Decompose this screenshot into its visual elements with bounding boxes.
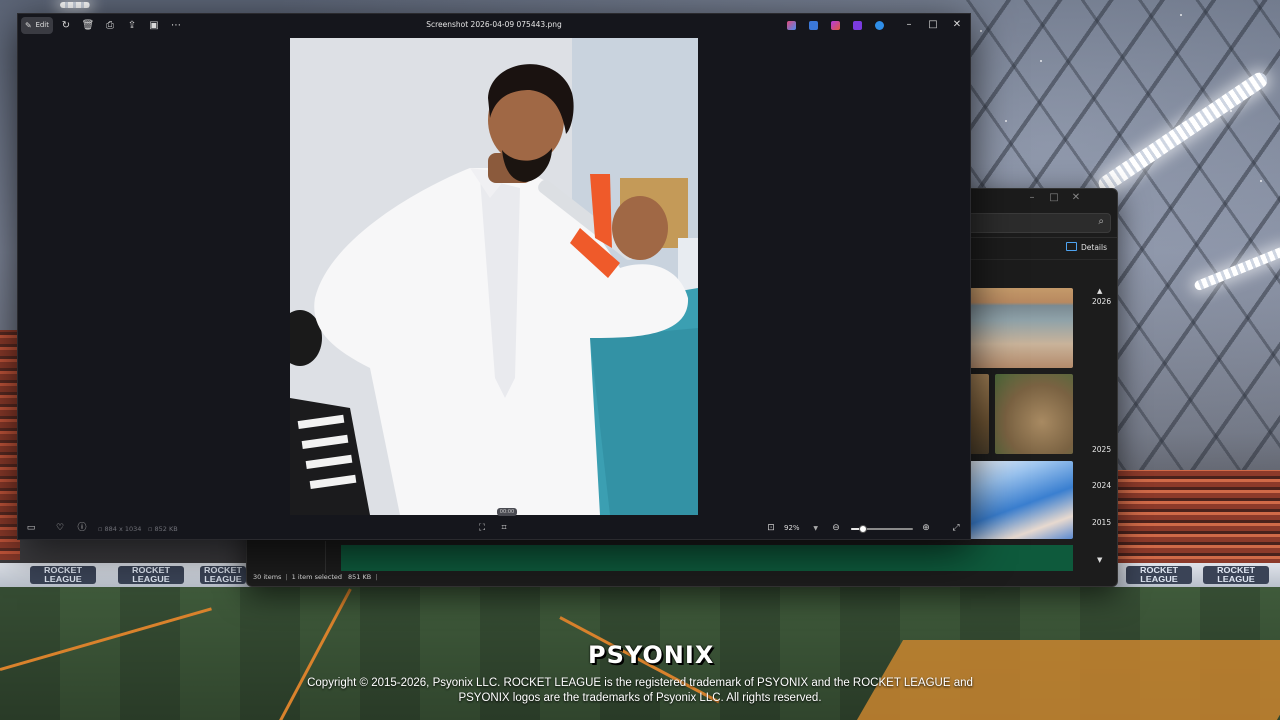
search-icon: ⌕ xyxy=(1098,216,1104,227)
star xyxy=(1180,14,1182,16)
timeline-year[interactable]: 2024 xyxy=(1092,481,1111,490)
status-bar: 30 items | 1 item selected 851 KB | xyxy=(253,573,378,581)
timeline-year[interactable]: 2015 xyxy=(1092,518,1111,527)
divider xyxy=(325,541,326,573)
copyright-text: Copyright © 2015-2026, Psyonix LLC. ROCK… xyxy=(307,677,973,704)
designer-icon[interactable] xyxy=(809,21,818,30)
photo-thumbnail[interactable] xyxy=(969,374,989,454)
rocket-league-ad: ROCKET LEAGUE xyxy=(1126,566,1192,584)
chevron-down-icon: ▼ xyxy=(813,525,818,532)
close-icon[interactable]: ✕ xyxy=(1069,192,1083,203)
crop-icon[interactable]: ⌗ xyxy=(498,522,510,534)
timeline-down-icon[interactable]: ▼ xyxy=(1097,556,1102,564)
zoom-in-icon[interactable]: ⊕ xyxy=(920,522,932,534)
photo-thumbnail[interactable] xyxy=(969,461,1073,539)
photo-display[interactable] xyxy=(290,38,698,515)
zoom-slider[interactable] xyxy=(851,525,913,533)
copilot-icon[interactable] xyxy=(787,21,796,30)
favorite-icon[interactable]: ♡ xyxy=(54,522,66,534)
rocket-league-ad: ROCKET LEAGUE xyxy=(118,566,184,584)
star xyxy=(1230,110,1232,112)
star xyxy=(1005,120,1007,122)
star xyxy=(1040,60,1042,62)
photos-viewer-window: ✎ Edit ↻ 🗑 ⎙ ⇪ ▣ ⋯ Screenshot 2026-04-09 … xyxy=(17,13,971,540)
rocket-league-ad: ROCKET LEAGUE xyxy=(30,566,96,584)
viewer-bottom-bar: ▭ ♡ ⓘ ▫ 884 x 1034 ▫ 852 KB ⛶ ⌗ ⊡ 92% ▼ … xyxy=(18,517,970,539)
editor-app-icon[interactable] xyxy=(853,21,862,30)
maximize-icon[interactable]: □ xyxy=(926,18,940,32)
clipchamp-icon[interactable] xyxy=(831,21,840,30)
playback-time: 00:00 xyxy=(497,508,517,516)
item-count: 30 items xyxy=(253,573,282,581)
info-icon[interactable]: ⓘ xyxy=(76,522,88,534)
psyonix-logo: PSYONIX xyxy=(588,641,715,669)
file-size-label: ▫ 852 KB xyxy=(148,525,178,533)
viewer-title-bar: ✎ Edit ↻ 🗑 ⎙ ⇪ ▣ ⋯ Screenshot 2026-04-09 … xyxy=(18,14,970,38)
photo-thumbnail[interactable] xyxy=(969,288,1073,368)
zoom-slider-thumb[interactable] xyxy=(859,525,868,533)
timeline-year[interactable]: 2026 xyxy=(1092,297,1111,306)
rocket-league-ad: ROCKET LEAGUE xyxy=(1203,566,1269,584)
selection-size: 851 KB xyxy=(348,573,372,581)
photo-image xyxy=(290,38,698,515)
actual-size-icon[interactable]: ⊡ xyxy=(765,522,777,534)
minimize-icon[interactable]: – xyxy=(902,18,916,32)
filmstrip-icon[interactable]: ▭ xyxy=(25,522,37,534)
explorer-title-bar: – □ ✕ xyxy=(1017,189,1117,209)
maximize-icon[interactable]: □ xyxy=(1047,192,1061,203)
selection-bar xyxy=(341,545,1073,571)
selection-count: 1 item selected xyxy=(291,573,343,581)
zoom-level: 92% xyxy=(784,524,800,532)
dimensions-label: ▫ 884 x 1034 xyxy=(98,525,142,533)
fullscreen-icon[interactable]: ⤢ xyxy=(950,522,962,534)
rocket-league-ad: ROCKET LEAGUE xyxy=(200,566,246,584)
onedrive-icon[interactable] xyxy=(875,21,884,30)
stadium-light xyxy=(60,2,90,8)
minimize-icon[interactable]: – xyxy=(1025,192,1039,203)
close-icon[interactable]: ✕ xyxy=(950,18,964,32)
details-pane-icon xyxy=(1065,242,1077,251)
star xyxy=(980,30,982,32)
details-label: Details xyxy=(1080,243,1107,252)
timeline-year[interactable]: 2025 xyxy=(1092,445,1111,454)
star xyxy=(1260,180,1262,182)
stands-right xyxy=(1116,470,1280,564)
search-input[interactable]: ⌕ xyxy=(949,213,1111,233)
timeline-up-icon[interactable]: ▲ xyxy=(1097,287,1102,295)
details-button[interactable]: Details xyxy=(1065,241,1107,255)
fit-icon[interactable]: ⛶ xyxy=(476,522,488,534)
photo-thumbnail[interactable] xyxy=(995,374,1073,454)
zoom-out-icon[interactable]: ⊖ xyxy=(830,522,842,534)
window-title: Screenshot 2026-04-09 075443.png xyxy=(426,20,562,29)
zoom-level-select[interactable]: 92% ▼ xyxy=(784,522,820,535)
